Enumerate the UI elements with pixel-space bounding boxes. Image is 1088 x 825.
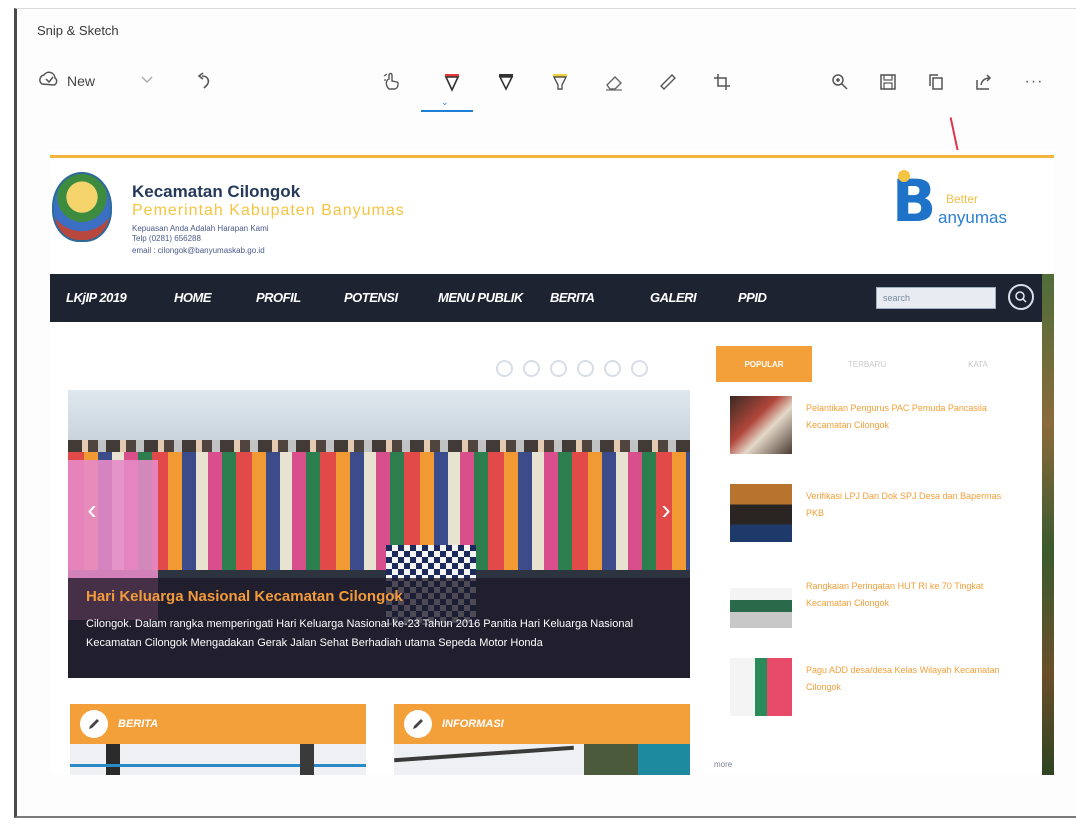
share-icon	[976, 74, 992, 90]
slide-caption: Hari Keluarga Nasional Kecamatan Cilongo…	[68, 578, 690, 678]
nav-item-galeri[interactable]: GALERI	[650, 290, 697, 305]
pen-options-chevron-icon[interactable]: ⌄	[441, 97, 449, 108]
pencil-icon	[80, 710, 108, 738]
actions-toolbar: ···	[825, 67, 1049, 97]
popular-item-title[interactable]: Verifikasi LPJ Dan Dok SPJ Desa dan Bape…	[806, 488, 1002, 522]
ink-toolbar	[377, 67, 737, 97]
search-input[interactable]: search	[876, 287, 996, 309]
popular-item-thumbnail[interactable]	[730, 484, 792, 542]
slider-next-button[interactable]: ›	[646, 490, 686, 530]
slider-dot[interactable]	[496, 360, 513, 377]
eraser-icon	[606, 76, 622, 91]
pencil-icon	[498, 74, 514, 91]
crop-icon	[714, 74, 730, 90]
touch-writing-icon	[383, 72, 399, 90]
headline-slider: ‹ › Hari Keluarga Nasional Kecamatan Cil…	[68, 390, 690, 678]
informasi-panel-title: INFORMASI	[442, 718, 504, 730]
background-edge-photo	[1042, 274, 1054, 775]
tab-terbaru[interactable]: TERBARU	[812, 346, 922, 382]
brand-letter: B	[892, 167, 937, 235]
tab-kata[interactable]: KATA	[922, 346, 1034, 382]
informasi-panel-header[interactable]: INFORMASI	[394, 704, 690, 744]
slide-text: Cilongok. Dalam rangka memperingati Hari…	[86, 618, 634, 649]
popular-item[interactable]: Verifikasi LPJ Dan Dok SPJ Desa dan Bape…	[730, 484, 1030, 544]
sidebar-tabs: POPULAR TERBARU KATA	[716, 346, 1034, 382]
pencil-icon	[404, 710, 432, 738]
new-snip-icon	[37, 69, 59, 92]
save-icon	[880, 74, 896, 90]
ballpoint-pen-button[interactable]	[437, 67, 467, 97]
selected-tool-indicator	[421, 110, 473, 112]
popular-item-title[interactable]: Rangkaian Peringatan HUT RI ke 70 Tingka…	[806, 578, 1002, 612]
copy-button[interactable]	[921, 67, 951, 97]
popular-item-thumbnail[interactable]	[730, 658, 792, 716]
zoom-icon	[832, 74, 848, 90]
slider-dot[interactable]	[631, 360, 648, 377]
slider-dot[interactable]	[523, 360, 540, 377]
popular-item[interactable]: Pagu ADD desa/desa Kelas Wilayah Kecamat…	[730, 658, 1030, 718]
slider-dot[interactable]	[604, 360, 621, 377]
site-email: email : cilongok@banyumaskab.go.id	[132, 246, 265, 255]
site-organization: Pemerintah Kabupaten Banyumas	[132, 202, 405, 219]
eraser-button[interactable]	[599, 67, 629, 97]
brand-bottom-word: anyumas	[938, 208, 1007, 227]
more-icon: ···	[1024, 73, 1044, 90]
site-phone: Telp (0281) 656288	[132, 234, 201, 243]
nav-item-ppid[interactable]: PPID	[738, 290, 767, 305]
slider-dot[interactable]	[577, 360, 594, 377]
slider-prev-button[interactable]: ‹	[72, 490, 112, 530]
undo-button[interactable]	[189, 67, 219, 97]
popular-item[interactable]: Rangkaian Peringatan HUT RI ke 70 Tingka…	[730, 574, 1030, 634]
copy-icon	[929, 74, 943, 90]
popular-item-title[interactable]: Pelantikan Pengurus PAC Pemuda Pancasila…	[806, 400, 1002, 434]
share-button[interactable]	[969, 67, 999, 97]
ballpoint-pen-icon	[444, 74, 460, 92]
brand-dot	[898, 170, 910, 182]
berita-panel-title: BERITA	[118, 718, 159, 730]
chevron-down-icon[interactable]	[141, 73, 153, 87]
more-button[interactable]: ···	[1019, 67, 1049, 97]
slide-title[interactable]: Hari Keluarga Nasional Kecamatan Cilongo…	[86, 588, 672, 605]
undo-icon	[197, 72, 210, 89]
berita-panel-header[interactable]: BERITA	[70, 704, 366, 744]
zoom-button[interactable]	[825, 67, 855, 97]
new-snip-label: New	[67, 72, 96, 89]
search-icon	[1015, 291, 1027, 303]
nav-item-menu-publik[interactable]: MENU PUBLIK	[438, 290, 523, 305]
highlighter-icon	[552, 74, 568, 90]
site-tagline: Kepuasan Anda Adalah Harapan Kami	[132, 224, 269, 233]
tab-popular[interactable]: POPULAR	[716, 346, 812, 382]
popular-item-thumbnail[interactable]	[730, 396, 792, 454]
berita-panel-body	[70, 744, 366, 775]
site-name: Kecamatan Cilongok	[132, 182, 301, 201]
captured-webpage[interactable]: Kecamatan Cilongok Pemerintah Kabupaten …	[50, 150, 1054, 775]
new-snip-button[interactable]: New	[37, 69, 95, 92]
ruler-icon	[660, 74, 676, 90]
brand-top-word: Better	[946, 192, 979, 206]
page-top-accent-line	[50, 155, 1054, 158]
highlighter-button[interactable]	[545, 67, 575, 97]
site-navbar: LKjIP 2019 HOME PROFIL POTENSI MENU PUBL…	[50, 274, 1054, 322]
better-banyumas-logo: B Better anyumas	[892, 168, 1052, 238]
touch-writing-button[interactable]	[377, 67, 407, 97]
popular-item[interactable]: Pelantikan Pengurus PAC Pemuda Pancasila…	[730, 396, 1030, 456]
nav-item-profil[interactable]: PROFIL	[256, 290, 301, 305]
sidebar-more-link[interactable]: more	[714, 760, 732, 769]
regency-seal-logo	[52, 172, 112, 242]
slider-dot[interactable]	[550, 360, 567, 377]
pencil-button[interactable]	[491, 67, 521, 97]
slider-pagination	[496, 360, 648, 377]
nav-item-lkjip[interactable]: LKjIP 2019	[66, 290, 127, 305]
save-button[interactable]	[873, 67, 903, 97]
nav-item-berita[interactable]: BERITA	[550, 290, 595, 305]
nav-item-home[interactable]: HOME	[174, 290, 212, 305]
popular-item-thumbnail[interactable]	[730, 588, 792, 628]
informasi-panel-body	[394, 744, 690, 775]
popular-item-title[interactable]: Pagu ADD desa/desa Kelas Wilayah Kecamat…	[806, 662, 1002, 696]
nav-item-potensi[interactable]: POTENSI	[344, 290, 398, 305]
crop-button[interactable]	[707, 67, 737, 97]
window-title: Snip & Sketch	[37, 23, 119, 38]
search-button[interactable]	[1008, 284, 1034, 310]
ruler-button[interactable]	[653, 67, 683, 97]
